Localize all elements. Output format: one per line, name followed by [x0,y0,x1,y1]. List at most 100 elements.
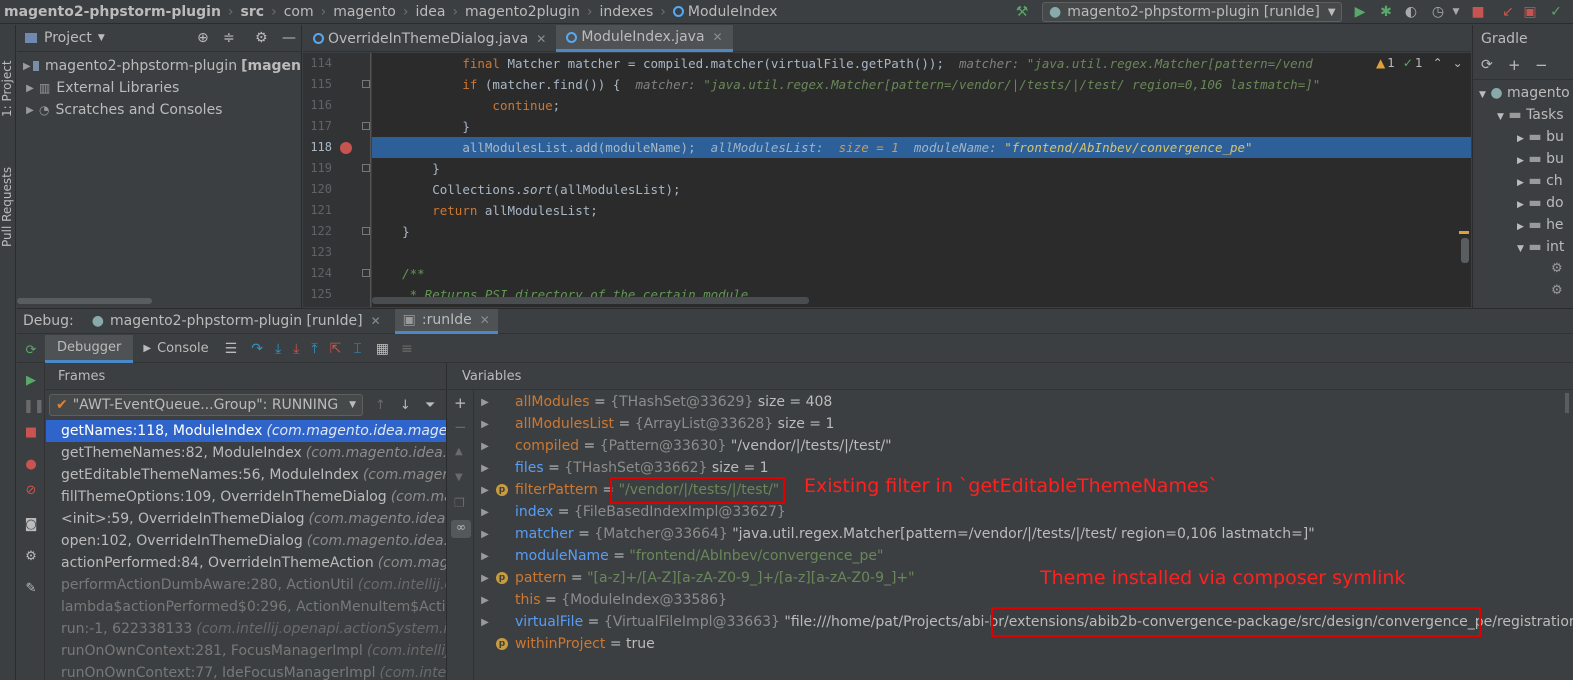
gradle-root-item[interactable]: ▼ ● magento [1479,85,1570,101]
vertical-scrollbar[interactable] [1461,238,1469,263]
chevron-down-icon[interactable]: ▼ [98,33,105,43]
close-icon[interactable]: ✕ [480,313,490,327]
expand-arrow-icon[interactable]: ▶ [478,617,492,628]
step-out-icon[interactable]: ⤒ [311,341,317,357]
chevron-down-icon[interactable]: ▼ [1497,112,1504,122]
breadcrumb-com[interactable]: com [284,4,314,20]
expand-arrow-icon[interactable]: ▶ [23,83,37,94]
variable-row[interactable]: ▶ matcher = {Matcher@33664} "java.util.re… [478,523,1315,545]
remove-icon[interactable]: − [1535,56,1548,74]
hammer-icon[interactable]: ⚒ [1014,4,1030,20]
thread-select[interactable]: ✔ "AWT-EventQueue...Group": RUNNING ▼ [49,394,363,416]
step-into-icon[interactable]: ⤓ [275,341,281,357]
expand-arrow-icon[interactable]: ▶ [478,595,492,606]
gradle-task-group[interactable]: ▶ ▬ bu [1517,151,1564,167]
arrow-up-icon[interactable]: ↑ [375,398,386,413]
run-to-cursor-icon[interactable]: ⌶ [353,341,361,357]
breadcrumb-magento[interactable]: magento [333,4,396,20]
variable-row[interactable]: ▶ index = {FileBasedIndexImpl@33627} [478,501,786,523]
expand-arrow-icon[interactable]: ▶ [478,441,492,452]
horizontal-scrollbar[interactable] [372,297,809,304]
vcs-update-icon[interactable]: ↙ [1500,4,1516,20]
rerun-icon[interactable]: ⟳ [23,343,39,359]
debug-bug-icon[interactable]: ✱ [1378,4,1394,20]
expand-arrow-icon[interactable]: ▶ [478,485,492,496]
expand-arrow-icon[interactable]: ▶ [478,529,492,540]
trace-icon[interactable]: ≡ [401,341,413,357]
variable-row[interactable]: ▶ allModules = {THashSet@33629} size = 40… [478,391,832,413]
gradle-task-group[interactable]: ▶ ▬ do [1517,195,1564,211]
breadcrumb-idea[interactable]: idea [415,4,445,20]
view-breakpoints-icon[interactable]: ● [23,457,39,473]
code-editor[interactable]: final Matcher matcher = compiled.matcher… [372,53,1471,307]
expand-arrow-icon[interactable]: ▶ [23,105,37,116]
expand-arrow-icon[interactable]: ▶ [478,419,492,430]
pin-icon[interactable]: ✎ [23,581,39,597]
fold-icon[interactable] [362,227,370,235]
commit-icon[interactable]: ✓ [1548,4,1564,20]
coverage-icon[interactable]: ◐ [1403,4,1419,20]
gradle-task-group[interactable]: ▶ ▬ bu [1517,129,1564,145]
duplicate-icon[interactable]: ❐ [454,496,465,510]
frame-row-library[interactable]: runOnOwnContext:281, FocusManagerImpl (co… [46,640,446,662]
close-icon[interactable]: ✕ [371,314,381,328]
tab-module-index[interactable]: ModuleIndex.java ✕ [556,25,733,52]
variable-row[interactable]: p withinProject = true [478,633,655,655]
editor-gutter[interactable]: 114 115 116 117 118 119 120 121 122 123 … [303,53,371,307]
variable-row[interactable]: ▶ files = {THashSet@33662} size = 1 [478,457,768,479]
pause-icon[interactable]: ❚❚ [23,399,45,415]
chevron-down-icon[interactable]: ▼ [1448,4,1464,20]
run-icon[interactable]: ▶ [1352,4,1368,20]
drop-frame-icon[interactable]: ⇱ [330,341,342,357]
profile-icon[interactable]: ◷ [1430,4,1446,20]
frame-row[interactable]: getEditableThemeNames:56, ModuleIndex (co… [46,464,446,486]
add-watch-icon[interactable]: + [454,394,467,412]
inspection-widget[interactable]: ▲ 1 ✓ 1 ⌃ ⌄ [1370,53,1471,73]
gradle-task-group[interactable]: ▶ ▬ ch [1517,173,1563,189]
fold-icon[interactable] [362,122,370,130]
stop-icon[interactable]: ■ [1470,4,1486,20]
arrow-down-icon[interactable]: ↓ [400,398,411,413]
chevron-down-icon[interactable]: ⌄ [1453,56,1463,70]
variable-row[interactable]: ▶ allModulesList = {ArrayList@33628} size… [478,413,834,435]
gear-icon[interactable]: ⚙ [23,549,39,565]
minimize-icon[interactable]: — [282,30,296,46]
step-over-icon[interactable]: ↷ [251,341,263,357]
add-icon[interactable]: + [1508,56,1521,74]
vertical-scrollbar[interactable] [1565,393,1569,413]
fold-icon[interactable] [362,269,370,277]
breadcrumb-indexes[interactable]: indexes [600,4,654,20]
layout-icon[interactable]: ☰ [225,341,238,357]
frame-row-library[interactable]: performActionDumbAware:280, ActionUtil (c… [46,574,446,596]
filter-icon[interactable]: ⏷ [425,398,435,413]
run-config-select[interactable]: ● magento2-phpstorm-plugin [runIde] ▼ [1042,2,1342,22]
expand-arrow-icon[interactable]: ▶ [23,61,31,72]
stop-icon[interactable]: ■ [23,425,39,441]
fold-icon[interactable] [362,80,370,88]
resume-icon[interactable]: ▶ [23,373,39,389]
chevron-down-icon[interactable]: ▼ [1479,90,1486,100]
tab-console[interactable]: ▶ Console [133,335,218,363]
frame-row[interactable]: actionPerformed:84, OverrideInThemeActio… [46,552,446,574]
frame-row-library[interactable]: run:-1, 622338133 (com.intellij.openapi.a… [46,618,446,640]
remove-watch-icon[interactable]: − [454,418,467,436]
mute-breakpoints-icon[interactable]: ⊘ [23,483,39,499]
debug-session-tab[interactable]: magento2-phpstorm-plugin [runIde] [110,313,363,329]
tree-item-scratches[interactable]: ▶ ◔ Scratches and Consoles [23,99,301,121]
frame-row-library[interactable]: runOnOwnContext:77, IdeFocusManagerImpl(… [46,662,446,680]
gradle-task-group[interactable]: ▶ ▬ he [1517,217,1564,233]
frame-row[interactable]: fillThemeOptions:109, OverrideInThemeDia… [46,486,446,508]
gradle-tasks-item[interactable]: ▼ ▬ Tasks [1497,107,1564,123]
gradle-task-group[interactable]: ▼ ▬ int [1517,239,1564,255]
breadcrumb-moduleindex[interactable]: ModuleIndex [688,4,777,20]
breadcrumb-project[interactable]: magento2-phpstorm-plugin [4,4,221,20]
variable-row[interactable]: ▶ p pattern = "[a-z]+/[A-Z][a-zA-Z0-9_]+/[… [478,567,914,589]
frame-row[interactable]: <init>:59, OverrideInThemeDialog (com.mag… [46,508,446,530]
tab-debugger[interactable]: Debugger [45,334,134,363]
expand-arrow-icon[interactable]: ▶ [478,397,492,408]
frame-row-library[interactable]: lambda$actionPerformed$0:296, ActionMenu… [46,596,446,618]
horizontal-scrollbar[interactable] [17,298,152,304]
tree-item-project-root[interactable]: ▶ magento2-phpstorm-plugin [magen [23,55,301,77]
force-step-into-icon[interactable]: ⤓ [293,341,299,357]
runide-tab[interactable]: ▣ :runIde ✕ [394,308,498,334]
